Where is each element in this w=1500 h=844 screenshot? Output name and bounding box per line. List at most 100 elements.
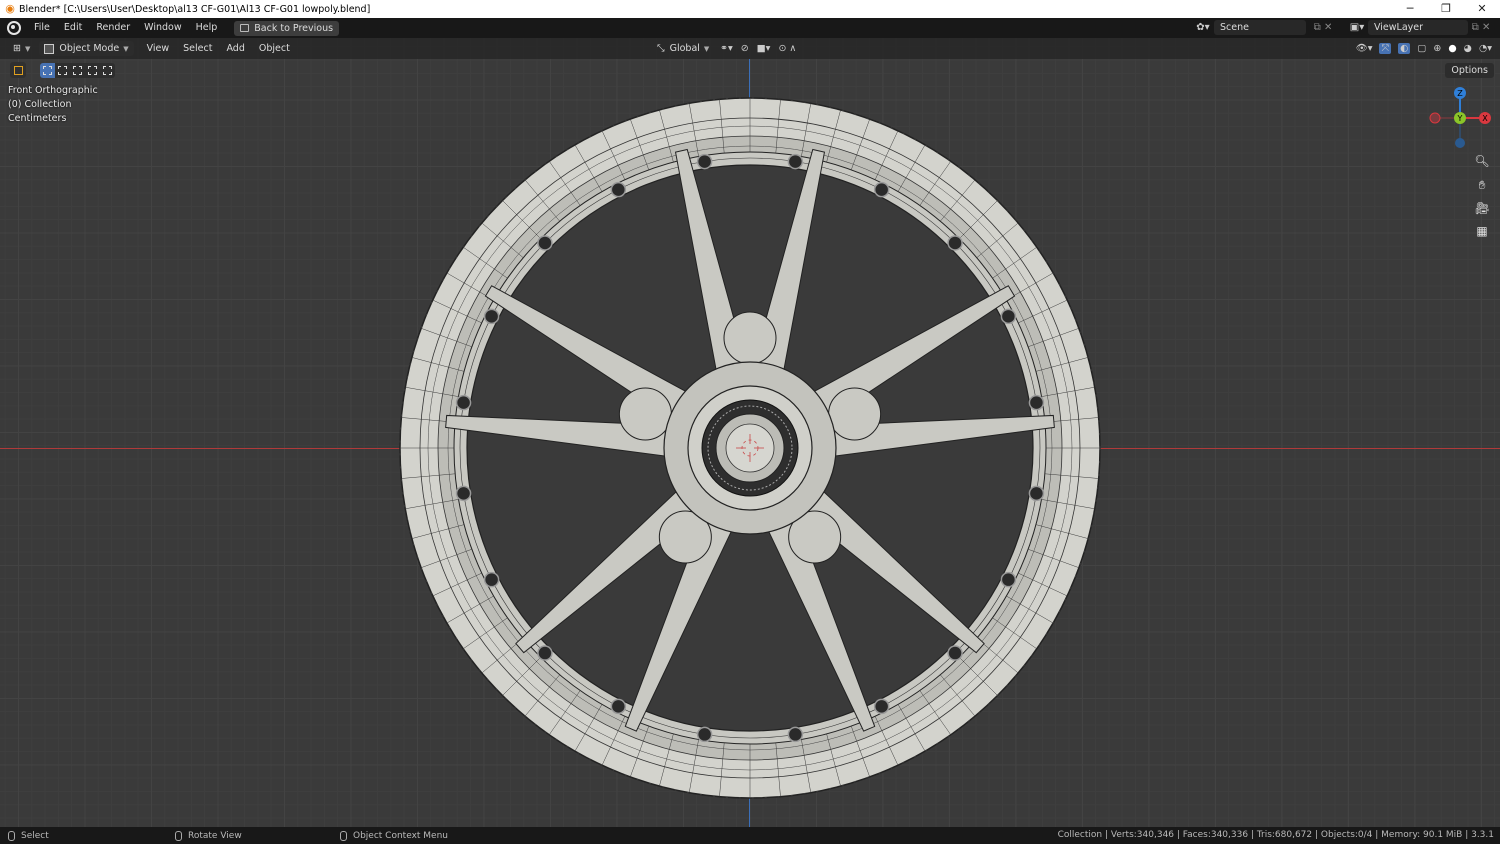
menu-help[interactable]: Help xyxy=(189,18,225,38)
snap-icon[interactable]: ⊘ xyxy=(741,43,749,54)
select-new-icon[interactable] xyxy=(40,62,55,78)
view-layer-actions-icon[interactable]: ⧉ ✕ xyxy=(1468,22,1494,33)
options-button[interactable]: Options xyxy=(1445,63,1494,78)
wheel-mesh[interactable] xyxy=(398,96,1102,800)
view-layer-selector: ▣▾ ViewLayer ⧉ ✕ xyxy=(1346,20,1494,35)
main-menu: File Edit Render Window Help xyxy=(27,18,224,38)
menu-add[interactable]: Add xyxy=(219,43,251,54)
svg-text:Y: Y xyxy=(1457,114,1463,123)
object-mode-icon xyxy=(44,43,55,54)
collection-name: (0) Collection xyxy=(8,99,72,110)
select-intersect-icon[interactable] xyxy=(100,63,115,78)
select-invert-icon[interactable] xyxy=(85,63,100,78)
rim-bolt xyxy=(1028,485,1045,502)
rendered-shading-icon[interactable]: ◔▾ xyxy=(1479,43,1492,54)
select-box-tool-icon[interactable] xyxy=(10,62,26,78)
window-controls: ─ ❐ ✕ xyxy=(1392,0,1500,18)
rim-bolt xyxy=(455,394,472,411)
rim-bolt xyxy=(537,645,553,661)
back-to-previous-label: Back to Previous xyxy=(254,22,334,34)
rim-bolt xyxy=(483,308,500,325)
pivot-icon[interactable]: ⚭▾ xyxy=(720,43,733,54)
status-context-label: Object Context Menu xyxy=(353,830,449,841)
spoke-junction xyxy=(723,311,777,365)
viewport-header: ⊞ ▼ Object Mode ▼ View Select Add Object … xyxy=(0,38,1500,59)
view-layer-name-field[interactable]: ViewLayer xyxy=(1368,20,1468,35)
neg-x-axis-handle[interactable] xyxy=(1429,112,1441,124)
select-subtract-icon[interactable] xyxy=(70,63,85,78)
blender-logo-icon[interactable] xyxy=(7,21,21,35)
rim-bolt xyxy=(483,571,500,588)
close-button[interactable]: ✕ xyxy=(1464,0,1500,18)
menu-render[interactable]: Render xyxy=(89,18,137,38)
material-shading-icon[interactable]: ◕ xyxy=(1464,43,1472,54)
top-bar: File Edit Render Window Help Back to Pre… xyxy=(0,18,1500,38)
status-select-label: Select xyxy=(21,830,49,841)
pivot-snap-tools: ⚭▾ ⊘ ■▾ ⊙ ∧ xyxy=(720,43,796,54)
visibility-icon[interactable]: 👁▾ xyxy=(1356,43,1373,54)
camera-view-icon[interactable]: 🎥︎ xyxy=(1472,198,1492,218)
wireframe-shading-icon[interactable]: ⊕ xyxy=(1433,43,1441,54)
rim-bolt xyxy=(873,181,890,198)
rim-bolt xyxy=(610,181,627,198)
restore-button[interactable]: ❐ xyxy=(1428,0,1464,18)
menu-object[interactable]: Object xyxy=(252,43,297,54)
view-layer-icon[interactable]: ▣▾ xyxy=(1346,22,1368,33)
editor-type-button[interactable]: ⊞ ▼ xyxy=(8,41,35,56)
mouse-right-icon xyxy=(340,830,347,841)
status-rotate: Rotate View xyxy=(175,827,242,844)
zoom-icon[interactable]: 🔍︎ xyxy=(1472,151,1492,171)
navigation-gizmo[interactable]: Z X Y xyxy=(1424,84,1496,154)
editor-type-icon: ⊞ xyxy=(13,43,21,54)
status-context: Object Context Menu xyxy=(340,827,448,844)
mode-selector[interactable]: Object Mode ▼ xyxy=(39,41,134,56)
back-icon xyxy=(240,24,250,32)
rim-bolt xyxy=(610,698,627,715)
mouse-left-icon xyxy=(8,830,15,841)
menu-window[interactable]: Window xyxy=(137,18,188,38)
scene-icon[interactable]: ✿▾ xyxy=(1192,22,1214,33)
menu-select[interactable]: Select xyxy=(176,43,219,54)
3d-viewport[interactable]: ⊞ ▼ Object Mode ▼ View Select Add Object … xyxy=(0,38,1500,827)
scene-selector: ✿▾ Scene ⧉ ✕ xyxy=(1192,20,1340,35)
select-extend-icon[interactable] xyxy=(55,63,70,78)
rim-bolt xyxy=(537,235,553,251)
orientation-icon: ⤡ xyxy=(657,43,665,54)
snap-target-icon[interactable]: ■▾ xyxy=(757,43,771,54)
pan-hand-icon[interactable]: ✋︎ xyxy=(1472,175,1492,195)
window-title: Blender* [C:\Users\User\Desktop\al13 CF-… xyxy=(19,3,371,15)
neg-z-axis-handle[interactable] xyxy=(1455,138,1465,148)
status-bar: Select Rotate View Object Context Menu C… xyxy=(0,827,1500,844)
scene-actions-icon[interactable]: ⧉ ✕ xyxy=(1306,22,1340,33)
rim-bolt xyxy=(696,726,713,743)
back-to-previous-button[interactable]: Back to Previous xyxy=(234,20,340,36)
xray-icon[interactable]: ▢ xyxy=(1417,43,1426,54)
rim-bolt xyxy=(787,726,804,743)
menu-view[interactable]: View xyxy=(140,43,177,54)
proportional-edit-icon[interactable]: ⊙ ∧ xyxy=(778,43,796,54)
gizmo-toggle-icon[interactable]: ⤧ xyxy=(1379,43,1392,54)
rim-bolt xyxy=(873,698,890,715)
menu-file[interactable]: File xyxy=(27,18,57,38)
unit-system: Centimeters xyxy=(8,113,67,124)
viewport-menus: View Select Add Object xyxy=(140,43,297,54)
status-rotate-label: Rotate View xyxy=(188,830,242,841)
rim-bolt xyxy=(1028,394,1045,411)
view-name: Front Orthographic xyxy=(8,85,98,96)
svg-text:X: X xyxy=(1482,114,1488,123)
rim-bolt xyxy=(455,485,472,502)
rim-bolt xyxy=(947,645,963,661)
svg-text:Z: Z xyxy=(1457,89,1463,98)
spoke-junction xyxy=(828,387,882,441)
solid-shading-icon[interactable]: ● xyxy=(1448,43,1456,54)
menu-edit[interactable]: Edit xyxy=(57,18,89,38)
ortho-grid-icon[interactable]: ▦ xyxy=(1472,221,1492,241)
orientation-label: Global xyxy=(669,43,700,54)
scene-name-field[interactable]: Scene xyxy=(1214,20,1306,35)
minimize-button[interactable]: ─ xyxy=(1392,0,1428,18)
mouse-middle-icon xyxy=(175,830,182,841)
rim-bolt xyxy=(696,153,713,170)
overlay-toggle-icon[interactable]: ◐ xyxy=(1398,43,1411,54)
rim-bolt xyxy=(787,153,804,170)
transform-orientation-selector[interactable]: ⤡ Global ▼ xyxy=(652,41,714,56)
